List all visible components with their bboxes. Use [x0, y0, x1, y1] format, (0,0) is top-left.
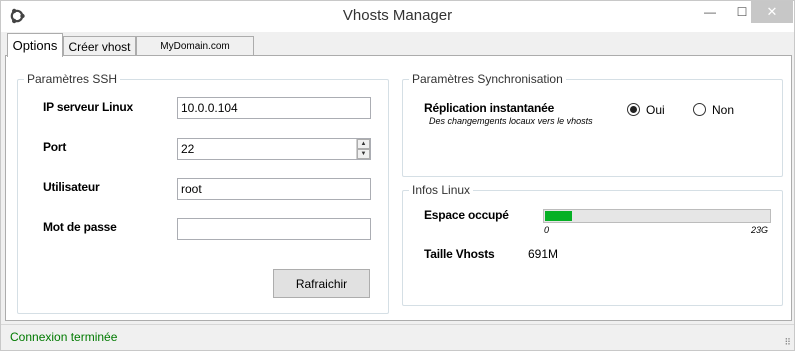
tab-strip: Options Créer vhost MyDomain.com	[5, 32, 792, 57]
sync-settings-group: Paramètres Synchronisation Réplication i…	[402, 72, 783, 177]
radio-oui[interactable]	[627, 103, 640, 116]
port-spin-buttons: ▲ ▼	[356, 139, 370, 159]
replication-subtitle: Des changemgents locaux vers le vhosts	[429, 116, 593, 126]
window-title: Vhosts Manager	[342, 7, 453, 24]
user-input[interactable]: root	[177, 178, 371, 200]
sync-settings-legend: Paramètres Synchronisation	[409, 72, 566, 86]
refresh-button[interactable]: Rafraichir	[273, 269, 370, 298]
replication-label: Réplication instantanée	[424, 101, 555, 115]
vhosts-size-value: 691M	[528, 247, 559, 261]
title-bar[interactable]: Vhosts Manager — ☐ ✕	[1, 1, 794, 32]
port-stepper[interactable]: 22 ▲ ▼	[177, 138, 371, 160]
resize-grip-icon[interactable]: ⠿	[784, 337, 791, 348]
port-value: 22	[181, 142, 195, 156]
password-label: Mot de passe	[43, 220, 117, 234]
disk-usage-label: Espace occupé	[424, 208, 509, 222]
password-input[interactable]	[177, 218, 371, 240]
options-tab-page: Paramètres SSH IP serveur Linux 10.0.0.1…	[5, 55, 792, 321]
tab-options[interactable]: Options	[7, 33, 63, 57]
port-label: Port	[43, 140, 67, 154]
ssh-settings-legend: Paramètres SSH	[24, 72, 121, 86]
radio-non[interactable]	[693, 103, 706, 116]
tab-mydomain[interactable]: MyDomain.com	[136, 36, 254, 56]
linux-info-group: Infos Linux Espace occupé 0 23G Taille V…	[402, 183, 783, 306]
tab-creer-vhost[interactable]: Créer vhost	[63, 36, 136, 56]
spin-up-icon[interactable]: ▲	[357, 139, 370, 149]
linux-info-legend: Infos Linux	[409, 183, 474, 197]
disk-min-label: 0	[544, 225, 550, 235]
host-input[interactable]: 10.0.0.104	[177, 97, 371, 119]
disk-usage-fill	[545, 211, 572, 221]
radio-non-label[interactable]: Non	[712, 103, 734, 117]
disk-max-label: 23G	[751, 225, 769, 235]
host-label: IP serveur Linux	[43, 100, 133, 114]
close-button[interactable]: ✕	[751, 1, 793, 23]
vhosts-size-label: Taille Vhosts	[424, 247, 495, 261]
ssh-settings-group: Paramètres SSH IP serveur Linux 10.0.0.1…	[17, 72, 389, 314]
disk-usage-bar	[543, 209, 771, 223]
radio-oui-label[interactable]: Oui	[646, 103, 665, 117]
status-text: Connexion terminée	[10, 330, 118, 344]
app-window: Vhosts Manager — ☐ ✕ Options Créer vhost…	[0, 0, 795, 351]
spin-down-icon[interactable]: ▼	[357, 149, 370, 159]
status-bar: Connexion terminée ⠿	[1, 324, 794, 350]
user-label: Utilisateur	[43, 180, 100, 194]
minimize-button[interactable]: —	[695, 1, 725, 23]
